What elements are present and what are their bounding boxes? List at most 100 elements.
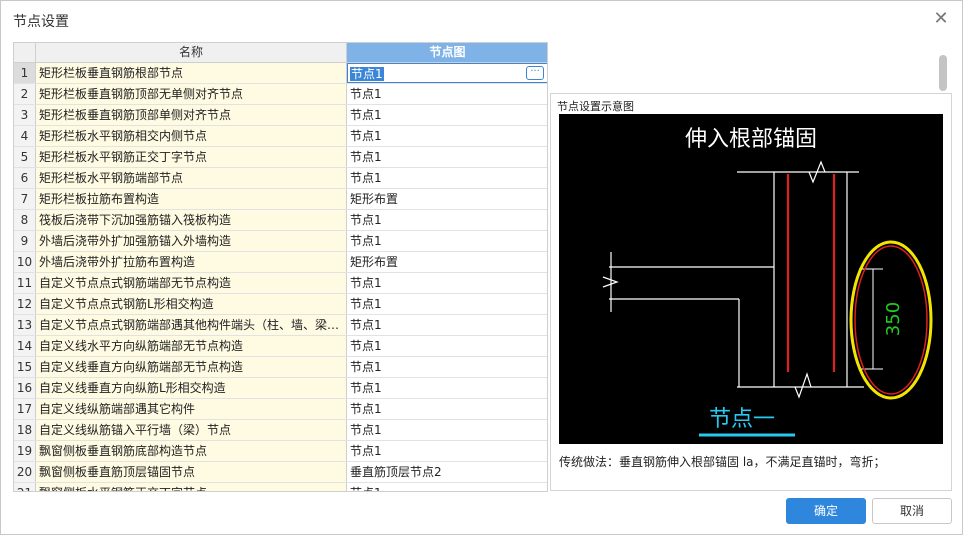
row-node-cell[interactable]: 垂直筋顶层节点2 bbox=[347, 462, 547, 482]
selected-node-value[interactable]: 节点1 bbox=[350, 67, 384, 81]
row-node-cell[interactable]: 节点1 ··· bbox=[347, 63, 547, 83]
row-name-cell[interactable]: 外墙后浇带外扩拉筋布置构造 bbox=[36, 252, 347, 272]
table-row[interactable]: 19 飘窗侧板垂直钢筋底部构造节点 节点1 bbox=[14, 441, 547, 462]
row-name-cell[interactable]: 自定义线纵筋锚入平行墙（梁）节点 bbox=[36, 420, 347, 440]
row-node-cell[interactable]: 节点1 bbox=[347, 294, 547, 314]
row-name-cell[interactable]: 自定义线水平方向纵筋端部无节点构造 bbox=[36, 336, 347, 356]
row-number: 3 bbox=[14, 105, 36, 125]
table-row[interactable]: 8 筏板后浇带下沉加强筋锚入筏板构造 节点1 bbox=[14, 210, 547, 231]
row-number: 4 bbox=[14, 126, 36, 146]
ellipsis-button[interactable]: ··· bbox=[526, 66, 544, 80]
row-node-cell[interactable]: 节点1 bbox=[347, 483, 547, 491]
table-row[interactable]: 12 自定义节点点式钢筋L形相交构造 节点1 bbox=[14, 294, 547, 315]
row-number: 11 bbox=[14, 273, 36, 293]
row-node-cell[interactable]: 节点1 bbox=[347, 84, 547, 104]
row-number: 20 bbox=[14, 462, 36, 482]
row-node-cell[interactable]: 矩形布置 bbox=[347, 189, 547, 209]
row-name-cell[interactable]: 飘窗侧板垂直钢筋底部构造节点 bbox=[36, 441, 347, 461]
row-name-cell[interactable]: 筏板后浇带下沉加强筋锚入筏板构造 bbox=[36, 210, 347, 230]
node-column-header[interactable]: 节点图 bbox=[347, 43, 547, 63]
table-row[interactable]: 9 外墙后浇带外扩加强筋锚入外墙构造 节点1 bbox=[14, 231, 547, 252]
row-number: 12 bbox=[14, 294, 36, 314]
node-preview-panel: 节点设置示意图 伸入根部锚固 350 节点一 传统做法：垂直钢筋伸入根部锚固 l… bbox=[550, 93, 952, 491]
row-node-cell[interactable]: 节点1 bbox=[347, 168, 547, 188]
table-row[interactable]: 14 自定义线水平方向纵筋端部无节点构造 节点1 bbox=[14, 336, 547, 357]
grid-rows: 1 矩形栏板垂直钢筋根部节点 节点1 ··· 2 矩形栏板垂直钢筋顶部无单侧对齐节点 节点1… bbox=[14, 63, 547, 491]
dialog-title: 节点设置 bbox=[13, 14, 69, 30]
table-row[interactable]: 15 自定义线垂直方向纵筋端部无节点构造 节点1 bbox=[14, 357, 547, 378]
table-row[interactable]: 1 矩形栏板垂直钢筋根部节点 节点1 ··· bbox=[14, 63, 547, 84]
row-node-cell[interactable]: 节点1 bbox=[347, 441, 547, 461]
row-node-cell[interactable]: 节点1 bbox=[347, 273, 547, 293]
row-number: 15 bbox=[14, 357, 36, 377]
table-row[interactable]: 10 外墙后浇带外扩拉筋布置构造 矩形布置 bbox=[14, 252, 547, 273]
row-name-cell[interactable]: 自定义线垂直方向纵筋L形相交构造 bbox=[36, 378, 347, 398]
row-number: 1 bbox=[14, 63, 36, 83]
row-name-cell[interactable]: 自定义节点点式钢筋L形相交构造 bbox=[36, 294, 347, 314]
node-label: 节点一 bbox=[709, 407, 775, 432]
table-row[interactable]: 3 矩形栏板垂直钢筋顶部单侧对齐节点 节点1 bbox=[14, 105, 547, 126]
row-node-cell[interactable]: 节点1 bbox=[347, 336, 547, 356]
table-row[interactable]: 21飘窗侧板水平钢筋正交丁字节点节点1 bbox=[14, 483, 547, 491]
row-name-cell[interactable]: 飘窗侧板水平钢筋正交丁字节点 bbox=[36, 483, 347, 491]
row-node-cell[interactable]: 节点1 bbox=[347, 315, 547, 335]
row-name-cell[interactable]: 自定义节点点式钢筋端部无节点构造 bbox=[36, 273, 347, 293]
row-name-cell[interactable]: 外墙后浇带外扩加强筋锚入外墙构造 bbox=[36, 231, 347, 251]
preview-title: 节点设置示意图 bbox=[557, 100, 634, 113]
row-node-cell[interactable]: 节点1 bbox=[347, 231, 547, 251]
node-diagram: 伸入根部锚固 350 节点一 bbox=[559, 114, 943, 444]
row-node-cell[interactable]: 矩形布置 bbox=[347, 252, 547, 272]
row-node-cell[interactable]: 节点1 bbox=[347, 105, 547, 125]
row-node-cell[interactable]: 节点1 bbox=[347, 357, 547, 377]
row-node-cell[interactable]: 节点1 bbox=[347, 420, 547, 440]
row-number: 13 bbox=[14, 315, 36, 335]
ok-button[interactable]: 确定 bbox=[786, 498, 866, 524]
row-node-cell[interactable]: 节点1 bbox=[347, 210, 547, 230]
table-row[interactable]: 20 飘窗侧板垂直筋顶层锚固节点 垂直筋顶层节点2 bbox=[14, 462, 547, 483]
row-number: 6 bbox=[14, 168, 36, 188]
row-number: 16 bbox=[14, 378, 36, 398]
row-name-cell[interactable]: 矩形栏板拉筋布置构造 bbox=[36, 189, 347, 209]
table-row[interactable]: 13 自定义节点点式钢筋端部遇其他构件端头（柱、墙、梁… 节点1 bbox=[14, 315, 547, 336]
row-name-cell[interactable]: 矩形栏板垂直钢筋顶部无单侧对齐节点 bbox=[36, 84, 347, 104]
diagram-heading: 伸入根部锚固 bbox=[685, 127, 817, 152]
row-name-cell[interactable]: 矩形栏板水平钢筋端部节点 bbox=[36, 168, 347, 188]
row-name-cell[interactable]: 矩形栏板水平钢筋相交内侧节点 bbox=[36, 126, 347, 146]
table-row[interactable]: 6 矩形栏板水平钢筋端部节点 节点1 bbox=[14, 168, 547, 189]
table-row[interactable]: 18 自定义线纵筋锚入平行墙（梁）节点 节点1 bbox=[14, 420, 547, 441]
row-name-cell[interactable]: 自定义节点点式钢筋端部遇其他构件端头（柱、墙、梁… bbox=[36, 315, 347, 335]
row-number: 7 bbox=[14, 189, 36, 209]
dimension-label: 350 bbox=[883, 302, 904, 336]
row-number: 19 bbox=[14, 441, 36, 461]
table-row[interactable]: 4 矩形栏板水平钢筋相交内侧节点 节点1 bbox=[14, 126, 547, 147]
table-row[interactable]: 7 矩形栏板拉筋布置构造 矩形布置 bbox=[14, 189, 547, 210]
row-number: 21 bbox=[14, 483, 36, 491]
row-name-cell[interactable]: 矩形栏板垂直钢筋根部节点 bbox=[36, 63, 347, 83]
row-node-cell[interactable]: 节点1 bbox=[347, 399, 547, 419]
table-row[interactable]: 2 矩形栏板垂直钢筋顶部无单侧对齐节点 节点1 bbox=[14, 84, 547, 105]
close-icon[interactable]: ✕ bbox=[932, 10, 950, 28]
row-number: 5 bbox=[14, 147, 36, 167]
row-number: 8 bbox=[14, 210, 36, 230]
table-row[interactable]: 11 自定义节点点式钢筋端部无节点构造 节点1 bbox=[14, 273, 547, 294]
table-row[interactable]: 17 自定义线纵筋端部遇其它构件 节点1 bbox=[14, 399, 547, 420]
diagram-background bbox=[559, 114, 943, 444]
title-bar: 节点设置 ✕ bbox=[1, 1, 962, 39]
name-column-header[interactable]: 名称 bbox=[36, 43, 347, 63]
row-name-cell[interactable]: 矩形栏板水平钢筋正交丁字节点 bbox=[36, 147, 347, 167]
cancel-button[interactable]: 取消 bbox=[872, 498, 952, 524]
table-row[interactable]: 16 自定义线垂直方向纵筋L形相交构造 节点1 bbox=[14, 378, 547, 399]
row-number: 17 bbox=[14, 399, 36, 419]
row-name-cell[interactable]: 矩形栏板垂直钢筋顶部单侧对齐节点 bbox=[36, 105, 347, 125]
row-name-cell[interactable]: 飘窗侧板垂直筋顶层锚固节点 bbox=[36, 462, 347, 482]
row-name-cell[interactable]: 自定义线垂直方向纵筋端部无节点构造 bbox=[36, 357, 347, 377]
node-settings-dialog: 节点设置 ✕ 名称 节点图 1 矩形栏板垂直钢筋根部节点 节点1 ··· 2 矩形栏板垂直… bbox=[0, 0, 963, 535]
row-node-cell[interactable]: 节点1 bbox=[347, 378, 547, 398]
vertical-scrollbar[interactable] bbox=[939, 55, 947, 91]
row-node-cell[interactable]: 节点1 bbox=[347, 126, 547, 146]
table-row[interactable]: 5 矩形栏板水平钢筋正交丁字节点 节点1 bbox=[14, 147, 547, 168]
row-number: 18 bbox=[14, 420, 36, 440]
row-node-cell[interactable]: 节点1 bbox=[347, 147, 547, 167]
row-name-cell[interactable]: 自定义线纵筋端部遇其它构件 bbox=[36, 399, 347, 419]
row-number: 14 bbox=[14, 336, 36, 356]
